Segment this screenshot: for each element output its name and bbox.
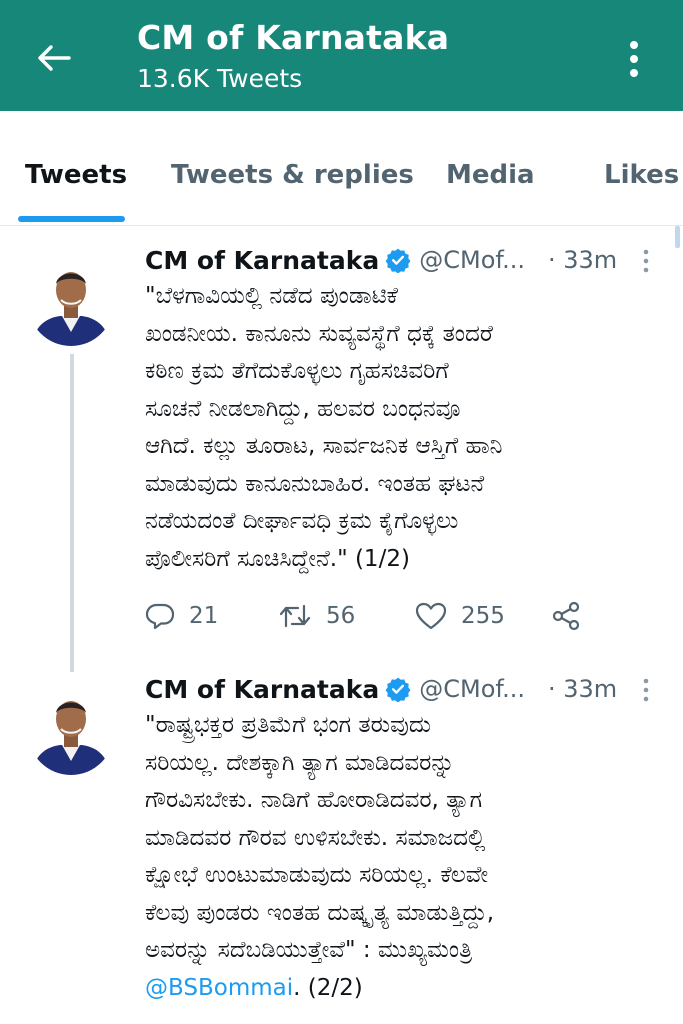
heart-icon [415,602,447,630]
tweet-text-line: ಸೂಚನೆ ನೀಡಲಾಗಿದ್ದು, ಹಲವರ ಬಂಧನವೂ [145,395,461,422]
like-button[interactable]: 255 [415,596,505,636]
tweet-text: "ಬೆಳಗಾವಿಯಲ್ಲಿ ನಡೆದ ಪುಂಡಾಟಿಕೆ ಖಂಡನೀಯ. ಕಾನ… [145,278,645,578]
tweet-count: 13.6K Tweets [137,64,303,93]
tweet-text-line: ಕೆಲವು ಪುಂಡರು ಇಂತಹ ದುಷ್ಕೃತ್ಯ ಮಾಡುತ್ತಿದ್ದು… [145,899,495,926]
tweet-text-line: ಪೊಲೀಸರಿಗೆ ಸೂಚಿಸಿದ್ದೇನೆ." (1/2) [145,545,410,572]
app-header: CM of Karnataka 13.6K Tweets [0,0,683,111]
arrow-left-icon [38,45,71,71]
tweet-text-line: ಸರಿಯಲ್ಲ. ದೇಶಕ್ಕಾಗಿ ತ್ಯಾಗ ಮಾಡಿದವರನ್ನು [145,749,455,776]
tweet-text-line: ಮಾಡಿದವರ ಗೌರವ ಉಳಿಸಬೇಕು. ಸಮಾಜದಲ್ಲಿ [145,824,486,851]
reply-icon [145,603,175,630]
reply-button[interactable]: 21 [145,596,218,636]
tweet-text-line: ನಡೆಯದಂತೆ ದೀರ್ಘಾವಧಿ ಕ್ರಮ ಕೈಗೊಳ್ಳಲು [145,508,459,534]
avatar[interactable] [28,260,114,346]
tweet-more-button[interactable] [636,675,656,705]
tab-likes[interactable]: Likes [604,160,679,190]
active-tab-indicator [18,216,125,222]
author-name: CM of Karnataka [145,245,380,275]
tweet-text: "ರಾಷ್ಟ್ರಭಕ್ತರ ಪ್ರತಿಮೆಗೆ ಭಂಗ ತರುವುದು ಸರಿಯ… [145,707,645,1007]
more-options-button[interactable] [614,34,654,84]
profile-title: CM of Karnataka [137,18,450,57]
tweet-text-line: ಆಗಿದೆ. ಕಲ್ಲು ತೂರಾಟ, ಸಾರ್ವಜನಿಕ ಆಸ್ತಿಗೆ ಹಾ… [145,433,503,459]
tweet-author[interactable]: CM of Karnataka @CMof... [145,242,525,278]
tab-tweets[interactable]: Tweets [25,160,127,190]
vertical-dots-icon [643,678,649,702]
retweet-button[interactable]: 56 [278,596,355,636]
tweet-time: · 33m [548,675,618,703]
like-count: 255 [461,603,505,629]
tweet-text-line: ಖಂಡನೀಯ. ಕಾನೂನು ಸುವ್ಯವಸ್ಥೆಗೆ ಧಕ್ಕೆ ತಂದರೆ [145,320,493,347]
tweet-text-line: ಮಾಡುವುದು ಕಾನೂನುಬಾಹಿರ. ಇಂತಹ ಘಟನೆ [145,470,485,497]
verified-badge-icon [385,677,411,702]
tweet-text-line: "ರಾಷ್ಟ್ರಭಕ್ತರ ಪ್ರತಿಮೆಗೆ ಭಂಗ ತರುವುದು [145,712,431,738]
retweet-icon [279,604,311,628]
vertical-dots-icon [643,249,649,273]
tweet-actions: 21 56 255 [145,596,645,636]
tweet-text-line: "ಬೆಳಗಾವಿಯಲ್ಲಿ ನಡೆದ ಪುಂಡಾಟಿಕೆ [145,283,398,309]
share-button[interactable] [551,596,581,636]
thread-line [70,354,74,672]
back-button[interactable] [30,34,78,82]
profile-tabs: Tweets Tweets & replies Media Likes [0,136,683,226]
verified-badge-icon [385,248,411,273]
tweet-time: · 33m [548,246,618,274]
author-handle: @CMof... [419,675,525,703]
retweet-count: 56 [326,603,356,629]
reply-count: 21 [189,603,219,629]
scrollbar[interactable] [675,226,680,248]
tweet-text-tail: . (2/2) [293,974,363,1001]
tweet-text-line: ಕ್ಷೋಭೆ ಉಂಟುಮಾಡುವುದು ಸರಿಯಲ್ಲ. ಕೆಲವೇ [145,862,489,888]
tweet-more-button[interactable] [636,246,656,276]
tweet-author[interactable]: CM of Karnataka @CMof... [145,671,525,707]
share-icon [552,601,580,631]
tweet-text-line-last: @BSBommai. (2/2) [145,970,645,1008]
author-name: CM of Karnataka [145,674,380,704]
tweet-text-line: ಅವರನ್ನು ಸದೆಬಡಿಯುತ್ತೇವೆ" : ಮುಖ್ಯಮಂತ್ರಿ [145,937,473,963]
author-handle: @CMof... [419,246,525,274]
avatar[interactable] [28,689,114,775]
mention-link[interactable]: @BSBommai [145,975,293,1001]
tweet-text-line: ಕಠಿಣ ಕ್ರಮ ತೆಗೆದುಕೊಳ್ಳಲು ಗೃಹಸಚಿವರಿಗೆ [145,358,449,384]
tweet-text-line: ಗೌರವಿಸಬೇಕು. ನಾಡಿಗೆ ಹೋರಾಡಿದವರ, ತ್ಯಾಗ [145,787,483,813]
tab-tweets-and-replies[interactable]: Tweets & replies [171,160,414,190]
tab-media[interactable]: Media [446,160,535,190]
vertical-dots-icon [630,41,638,77]
